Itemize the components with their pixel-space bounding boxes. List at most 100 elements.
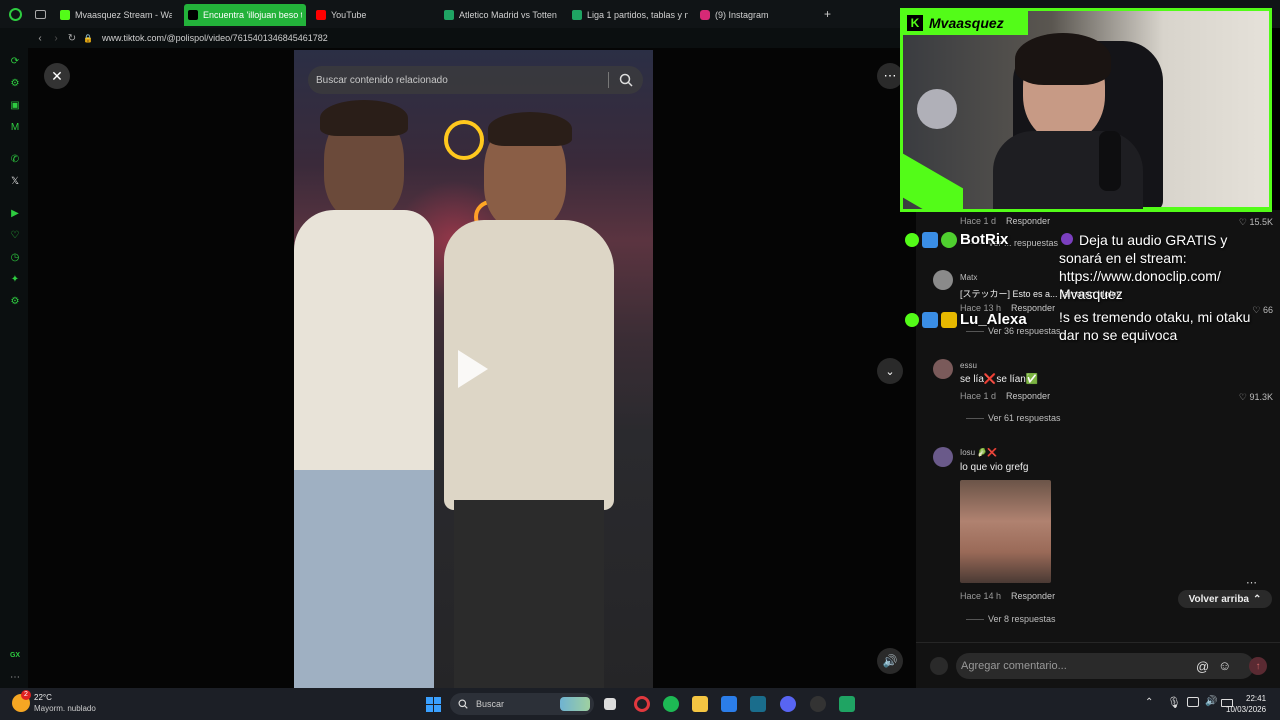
comment-text: se lía❌se lían✅ (960, 374, 1039, 385)
whatsapp-icon[interactable]: ✆ (8, 152, 22, 166)
sheets-icon[interactable] (839, 696, 855, 712)
obs-icon[interactable] (810, 696, 826, 712)
new-tab-button[interactable]: + (824, 7, 831, 21)
reload-icon[interactable]: ↻ (64, 33, 80, 44)
reply-button[interactable]: Responder (1006, 391, 1050, 401)
video-player[interactable]: Buscar contenido relacionado (294, 50, 653, 688)
emoji-icon[interactable]: ☺ (1218, 658, 1231, 673)
store-icon[interactable] (721, 696, 737, 712)
tray-chevron-icon[interactable]: ⌃ (1145, 697, 1153, 708)
chevron-up-icon: ⌃ (1253, 593, 1262, 605)
person-left-hair (320, 100, 408, 136)
view-replies-button[interactable]: Ver 8 respuestas (966, 614, 1056, 624)
tab-kick-stream[interactable]: Mvaasquez Stream - Watc (56, 4, 176, 26)
close-button[interactable]: ✕ (44, 63, 70, 89)
avatar[interactable] (933, 270, 953, 290)
comment-input[interactable]: Agregar comentario... (956, 653, 1254, 679)
like-count[interactable]: ♡ 15.5K (1213, 217, 1273, 228)
gx-icon[interactable]: GX (8, 648, 22, 662)
search-divider (608, 72, 609, 88)
mic-icon[interactable]: 🎙 (1167, 696, 1181, 709)
user-avatar[interactable] (930, 657, 948, 675)
verified-badge-icon (941, 231, 957, 248)
person-right-legs (454, 500, 604, 688)
taskbar-search[interactable]: Buscar (450, 693, 594, 715)
history-icon[interactable]: ◷ (8, 250, 22, 264)
tab-tiktok-active[interactable]: Encuentra 'illojuan beso t (184, 4, 306, 26)
tab-overview-icon[interactable] (35, 10, 46, 19)
terminal-icon[interactable] (750, 696, 766, 712)
spotify-icon[interactable] (663, 696, 679, 712)
more-icon[interactable]: ⋯ (8, 670, 22, 684)
messenger-icon[interactable]: M (8, 120, 22, 134)
refresh-icon[interactable]: ⟳ (8, 54, 22, 68)
back-to-top-button[interactable]: Volver arriba ⌃ (1178, 590, 1272, 608)
opera-gx-icon[interactable] (634, 696, 650, 712)
windows-start-icon[interactable] (426, 697, 441, 712)
search-icon (458, 699, 468, 709)
chevron-down-icon[interactable]: ⌄ (877, 358, 903, 384)
weather-temp[interactable]: 22°C (34, 693, 52, 702)
search-icon[interactable] (619, 73, 633, 87)
kick-badge-icon (905, 312, 919, 327)
x-icon[interactable]: 𝕏 (8, 174, 22, 188)
weather-desc[interactable]: Mayorm. nublado (34, 704, 96, 713)
play-icon[interactable] (458, 350, 488, 388)
kick-logo-icon: K (907, 15, 923, 31)
related-search-input[interactable]: Buscar contenido relacionado (308, 66, 643, 94)
back-icon[interactable]: ‹ (32, 33, 48, 44)
note-icon (1061, 233, 1073, 245)
sheet-icon (572, 10, 582, 20)
reply-button[interactable]: Responder (1006, 216, 1050, 226)
person-left-torso (294, 210, 434, 480)
comment-username[interactable]: essu (960, 361, 977, 370)
forward-icon[interactable]: › (48, 33, 64, 44)
crown-badge-icon (941, 311, 957, 328)
clock-date[interactable]: 10/03/2026 (1226, 705, 1266, 714)
screen: Mvaasquez Stream - Watc Encuentra 'illoj… (0, 0, 1280, 720)
tiktok-video-viewer: ✕ Buscar contenido relacionado ⋯ ⌄ 🔊 (28, 48, 916, 688)
send-button[interactable]: ↑ (1249, 657, 1267, 675)
network-icon[interactable] (1187, 697, 1199, 707)
webcam-hair (1015, 33, 1111, 85)
avatar[interactable] (933, 447, 953, 467)
comment-more-icon[interactable]: ⋯ (1246, 576, 1257, 589)
heart-icon[interactable]: ♡ (8, 228, 22, 242)
mention-icon[interactable]: @ (1196, 659, 1209, 674)
file-explorer-icon[interactable] (692, 696, 708, 712)
bot-badge-icon (922, 311, 938, 328)
comment-meta: Hace 1 d Responder (960, 216, 1051, 226)
avatar[interactable] (933, 359, 953, 379)
tiktok-icon (188, 10, 198, 20)
tab-liga1[interactable]: Liga 1 partidos, tablas y n (568, 4, 692, 26)
windows-taskbar: 2 22°C Mayorm. nublado Buscar ⌃ 🎙 🔊 22:4… (0, 688, 1280, 720)
tab-instagram[interactable]: (9) Instagram (696, 4, 816, 26)
view-replies-button[interactable]: Ver 61 respuestas (966, 413, 1061, 423)
person-right-hair (488, 112, 572, 146)
chat-message: Deja tu audio GRATIS y sonará en el stre… (1059, 232, 1228, 302)
ai-icon[interactable]: ⚙ (8, 76, 22, 90)
reply-button[interactable]: Responder (1011, 591, 1055, 601)
chat-user: Lu_Alexa (905, 311, 1027, 328)
like-count[interactable]: ♡ 91.3K (1213, 392, 1273, 403)
comment-meta: Hace 14 h Responder (960, 591, 1056, 601)
crypto-wallet-icon[interactable]: ▣ (8, 98, 22, 112)
clock-time[interactable]: 22:41 (1246, 694, 1266, 703)
discord-icon[interactable] (780, 696, 796, 712)
microphone (1099, 131, 1121, 191)
extensions-icon[interactable]: ✦ (8, 272, 22, 286)
task-view-icon[interactable] (604, 698, 616, 710)
comment-username[interactable]: Iosu 🥬❌ (960, 448, 997, 457)
comment-image[interactable] (960, 480, 1051, 583)
comment-username[interactable]: Matx (960, 273, 977, 282)
tab-youtube[interactable]: YouTube (312, 4, 432, 26)
settings-icon[interactable]: ⚙ (8, 294, 22, 308)
player-icon[interactable]: ▶ (8, 206, 22, 220)
volume-tray-icon[interactable]: 🔊 (1205, 696, 1217, 707)
tab-atletico[interactable]: Atletico Madrid vs Totten (440, 4, 562, 26)
volume-icon[interactable]: 🔊 (877, 648, 903, 674)
comment-text: lo que vio grefg (960, 462, 1029, 473)
opera-menu-icon[interactable] (9, 8, 22, 21)
webcam-plush (917, 89, 957, 129)
url-field[interactable]: www.tiktok.com/@polispol/video/761540134… (102, 33, 328, 43)
